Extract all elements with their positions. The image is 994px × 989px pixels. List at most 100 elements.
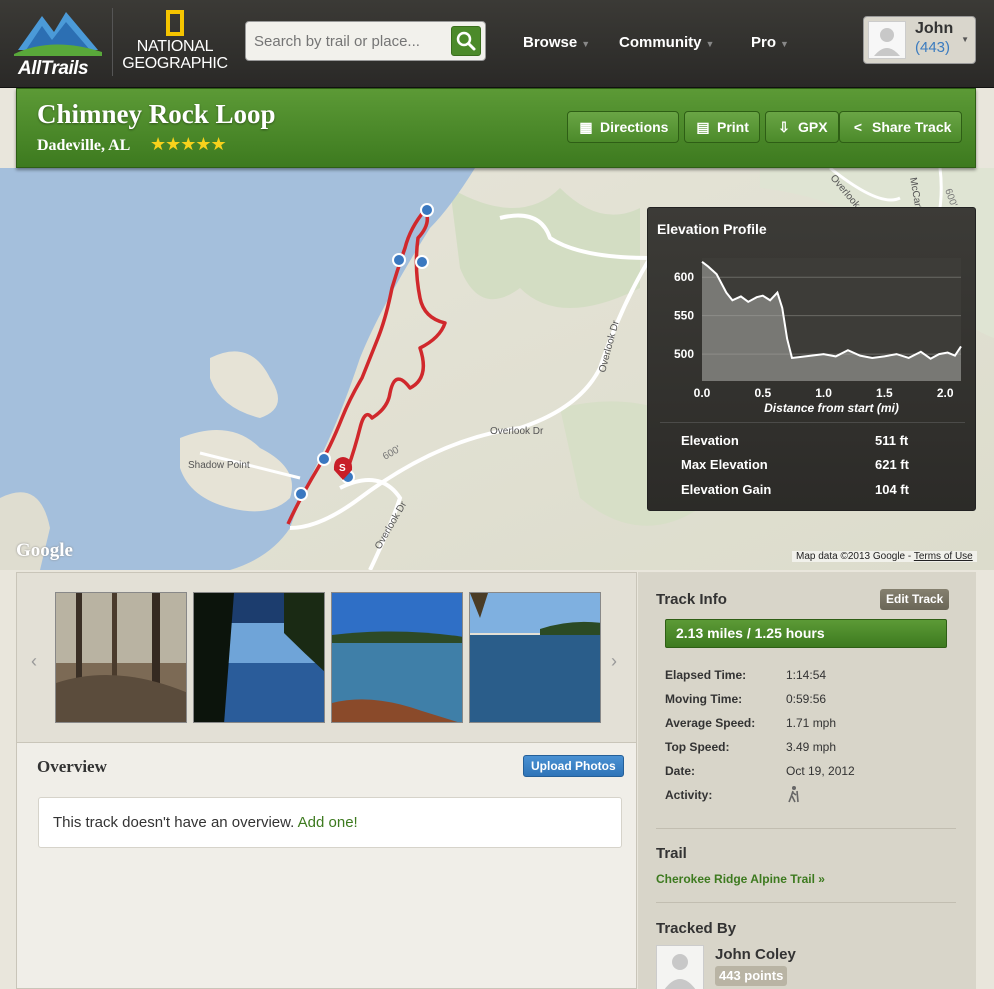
map-attribution: Map data ©2013 Google - Terms of Use — [792, 551, 977, 562]
stat-label: Elevation Gain — [681, 482, 772, 497]
stat-elevation: Elevation 511 ft — [681, 433, 908, 448]
chevron-right-icon[interactable]: › — [611, 651, 617, 672]
print-button[interactable]: ▤ Print — [684, 111, 760, 143]
search-icon — [456, 31, 476, 51]
stat-row: Average Speed: 1.71 mph — [665, 716, 836, 730]
trail-photo[interactable] — [469, 592, 601, 723]
stat-label: Top Speed: — [665, 740, 730, 754]
waypoint-marker[interactable] — [392, 253, 406, 267]
waypoint-marker[interactable] — [317, 452, 331, 466]
elevation-profile-panel: Elevation Profile 600 550 500 0.0 0.5 1.0 1.5 2… — [647, 207, 976, 511]
nav-browse[interactable]: Browse ▼ — [523, 34, 590, 51]
stat-value: 1:14:54 — [786, 668, 827, 682]
waypoint-marker[interactable] — [415, 255, 429, 269]
stat-row: Top Speed: 3.49 mph — [665, 740, 836, 754]
stat-max-elevation: Max Elevation 621 ft — [681, 457, 909, 472]
trail-photo[interactable] — [55, 592, 187, 723]
map-icon: ▦ — [579, 119, 593, 135]
x-tick-label: 2.0 — [937, 386, 954, 400]
stat-label: Elapsed Time: — [665, 668, 747, 682]
stat-row: Date: Oct 19, 2012 — [665, 764, 855, 778]
main-content: ‹ › Overview Upload Photos This track do… — [16, 572, 637, 989]
directions-button[interactable]: ▦ Directions — [567, 111, 680, 143]
trail-location: Dadeville, AL — [37, 137, 131, 154]
overview-section: Overview Upload Photos This track doesn'… — [17, 745, 636, 988]
y-tick-label: 600 — [674, 270, 694, 284]
lake-through-trees-image — [194, 593, 324, 722]
nav-community[interactable]: Community ▼ — [619, 34, 714, 51]
nav-community-label: Community — [619, 34, 702, 51]
natgeo-line2: GEOGRAPHIC — [122, 55, 228, 72]
tracker-points-badge: 443 points — [715, 966, 788, 986]
share-track-button[interactable]: < Share Track — [839, 111, 963, 143]
track-info-title: Track Info — [656, 591, 727, 608]
printer-icon: ▤ — [696, 119, 710, 135]
stat-label: Elevation — [681, 433, 739, 448]
stat-label: Max Elevation — [681, 457, 768, 472]
person-silhouette-icon — [874, 28, 900, 56]
overview-title: Overview — [37, 757, 107, 776]
search-button[interactable] — [451, 26, 481, 56]
stat-label: Activity: — [665, 788, 713, 802]
user-points: (443) — [915, 39, 951, 56]
gpx-button[interactable]: ⇩ GPX — [765, 111, 839, 143]
trail-title: Chimney Rock Loop — [37, 99, 276, 129]
share-track-label: Share Track — [872, 119, 952, 135]
lake-view-image — [470, 593, 600, 722]
directions-label: Directions — [600, 119, 669, 135]
trail-link[interactable]: Cherokee Ridge Alpine Trail » — [656, 872, 825, 886]
search-input[interactable] — [254, 22, 450, 60]
top-navigation-bar: AllTrails NATIONAL GEOGRAPHIC Browse▼ Co… — [0, 0, 994, 88]
user-avatar — [868, 21, 906, 59]
stat-label: Moving Time: — [665, 692, 743, 706]
user-name: John — [915, 20, 954, 37]
print-label: Print — [717, 119, 749, 135]
elevation-chart: 600 550 500 0.0 0.5 1.0 1.5 2.0 Distance from st… — [660, 258, 965, 423]
yellow-border-icon — [166, 10, 184, 36]
map-label-overlook-dr: Overlook Dr — [490, 426, 544, 437]
chevron-left-icon[interactable]: ‹ — [31, 651, 37, 672]
mountain-logo-icon — [14, 12, 102, 56]
upload-photos-button[interactable]: Upload Photos — [523, 755, 624, 777]
stat-value: 3.49 mph — [786, 740, 837, 754]
lake-shore-image — [332, 593, 462, 722]
x-tick-label: 0.0 — [694, 386, 711, 400]
chevron-down-icon: ▼ — [961, 35, 969, 44]
terms-of-use-link[interactable]: Terms of Use — [914, 551, 973, 562]
edit-track-button[interactable]: Edit Track — [880, 589, 950, 610]
add-overview-link[interactable]: Add one! — [298, 814, 358, 831]
tracker-name[interactable]: John Coley — [715, 946, 796, 963]
nav-pro[interactable]: Pro ▼ — [751, 34, 789, 51]
map-label-shadow-point: Shadow Point — [188, 460, 250, 471]
track-info-sidebar: Track Info Edit Track 2.13 miles / 1.25 … — [638, 572, 976, 989]
nav-pro-label: Pro — [751, 34, 777, 51]
stat-row: Elapsed Time: 1:14:54 — [665, 668, 826, 682]
waypoint-marker[interactable] — [420, 203, 434, 217]
stat-value: 511 ft — [875, 433, 909, 448]
y-tick-label: 500 — [674, 347, 694, 361]
national-geographic-logo[interactable]: NATIONAL GEOGRAPHIC — [122, 8, 240, 76]
user-menu[interactable]: John (443) ▼ — [863, 16, 976, 64]
trail-title-banner: Chimney Rock Loop Dadeville, AL ★★★★★ ▦ D… — [16, 88, 976, 168]
trail-photo[interactable] — [331, 592, 463, 723]
stat-value: 0:59:56 — [786, 692, 827, 706]
waypoint-marker[interactable] — [294, 487, 308, 501]
stat-label: Average Speed: — [665, 716, 756, 730]
stat-value: 104 ft — [875, 482, 909, 497]
overview-empty-text: This track doesn't have an overview. — [53, 814, 298, 831]
x-tick-label: 0.5 — [754, 386, 771, 400]
person-silhouette-icon — [664, 954, 696, 989]
chevron-down-icon: ▼ — [581, 39, 591, 49]
stat-row: Moving Time: 0:59:56 — [665, 692, 826, 706]
alltrails-logo[interactable]: AllTrails — [12, 8, 108, 79]
trail-heading: Trail — [656, 845, 687, 862]
nav-browse-label: Browse — [523, 34, 578, 51]
tracker-avatar[interactable] — [656, 945, 704, 989]
stat-elevation-gain: Elevation Gain 104 ft — [681, 482, 909, 497]
trail-photo[interactable] — [193, 592, 325, 723]
x-axis-label: Distance from start (mi) — [764, 401, 899, 415]
tracked-by-heading: Tracked By — [656, 920, 737, 937]
logo-divider — [112, 8, 113, 76]
gpx-label: GPX — [798, 119, 828, 135]
x-tick-label: 1.5 — [876, 386, 893, 400]
